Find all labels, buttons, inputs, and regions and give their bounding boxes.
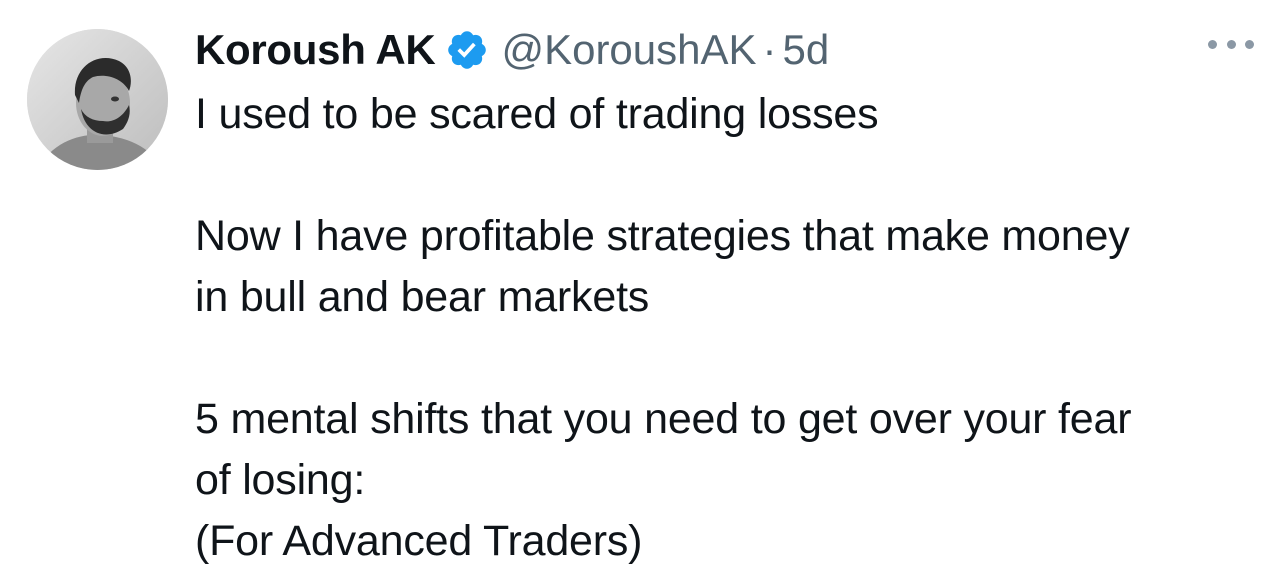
author-display-name[interactable]: Koroush AK xyxy=(195,26,436,74)
avatar-photo xyxy=(27,29,168,170)
tweet-line: Now I have profitable strategies that ma… xyxy=(195,212,1130,260)
more-dot xyxy=(1245,39,1254,49)
tweet-line: of losing: xyxy=(195,456,366,504)
tweet-paragraph: Now I have profitable strategies that ma… xyxy=(195,206,1265,328)
tweet-line: I used to be scared of trading losses xyxy=(195,90,879,138)
author-handle[interactable]: @KoroushAK xyxy=(501,26,756,74)
separator-dot: · xyxy=(762,26,777,73)
more-dot xyxy=(1208,39,1217,49)
tweet-card[interactable]: Koroush AK @KoroushAK · 5d I used to be … xyxy=(0,0,1284,581)
tweet-text: I used to be scared of trading losses No… xyxy=(195,84,1265,572)
tweet-line: in bull and bear markets xyxy=(195,273,650,321)
tweet-line: 5 mental shifts that you need to get ove… xyxy=(195,395,1132,443)
tweet-line: (For Advanced Traders) xyxy=(195,517,643,565)
more-dot xyxy=(1226,39,1236,49)
more-options-icon[interactable] xyxy=(1208,33,1254,55)
tweet-paragraph: I used to be scared of trading losses xyxy=(195,84,1265,145)
tweet-header: Koroush AK @KoroushAK · 5d xyxy=(195,22,829,78)
tweet-paragraph: 5 mental shifts that you need to get ove… xyxy=(195,389,1265,572)
avatar[interactable] xyxy=(27,29,168,170)
tweet-timestamp[interactable]: 5d xyxy=(783,26,830,74)
verified-badge-icon xyxy=(445,28,489,72)
